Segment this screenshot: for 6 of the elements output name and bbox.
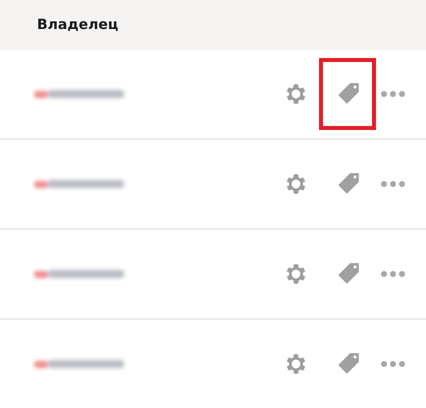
column-header: Владелец (37, 17, 118, 33)
more-icon[interactable] (380, 180, 406, 188)
more-icon[interactable] (380, 360, 406, 368)
more-icon[interactable] (380, 270, 406, 278)
tag-button[interactable] (319, 58, 376, 130)
more-icon[interactable] (380, 90, 406, 98)
